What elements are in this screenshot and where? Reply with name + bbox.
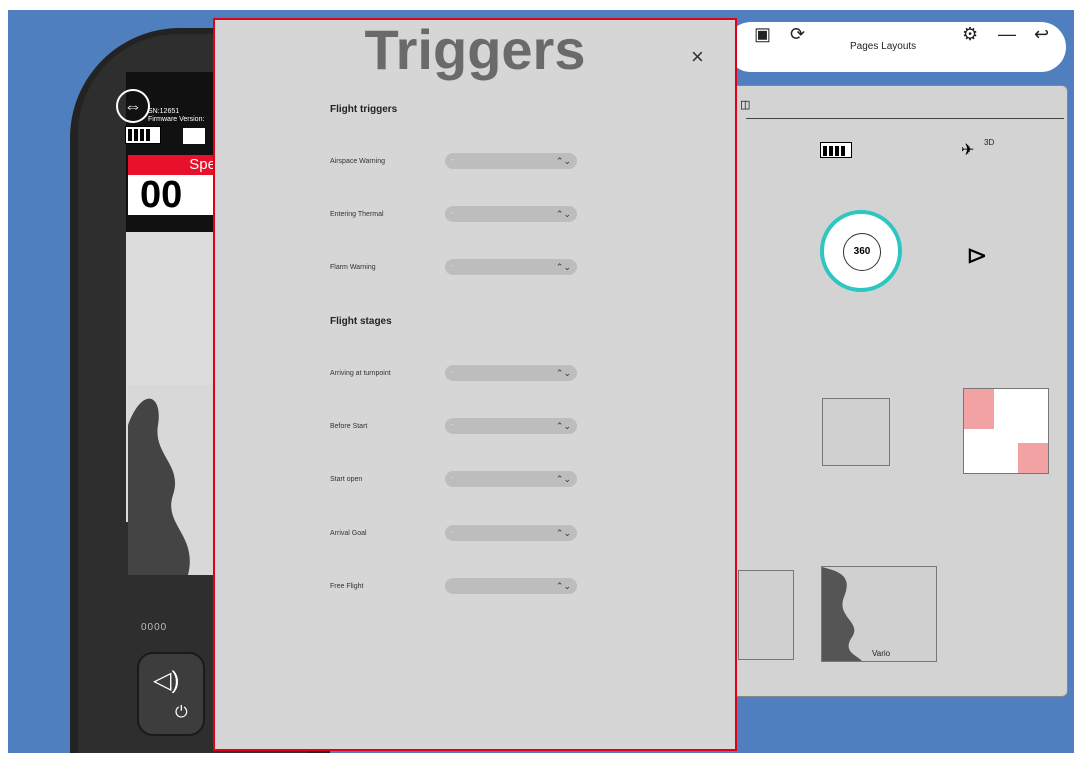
serial-text: SN:12651 bbox=[148, 108, 180, 115]
section-heading: Flight triggers bbox=[330, 104, 398, 115]
back-icon[interactable]: ↩ bbox=[1034, 24, 1049, 45]
chevron-updown-icon: ⌃⌄ bbox=[555, 262, 571, 272]
airspace-shape bbox=[1018, 443, 1048, 473]
serial-number: SN:12651 Firmware Version: bbox=[148, 108, 204, 124]
trigger-label: Start open bbox=[330, 476, 363, 483]
close-icon[interactable]: × bbox=[691, 44, 704, 70]
trigger-label: Flarm Warning bbox=[330, 264, 376, 271]
desktop-background: ⇔ SN:12651 Firmware Version: Spe 00 0000… bbox=[8, 10, 1074, 753]
select-value: - bbox=[451, 475, 454, 482]
compass-value: 360 bbox=[843, 233, 881, 271]
map-thumbnail-small[interactable] bbox=[822, 398, 890, 466]
chevron-updown-icon: ⌃⌄ bbox=[555, 156, 571, 166]
entering-thermal-select[interactable]: - ⌃⌄ bbox=[445, 206, 577, 222]
vario-label: Vario bbox=[872, 649, 891, 658]
rotate-icon[interactable]: ⟳ bbox=[790, 24, 805, 45]
trigger-label: Arriving at turnpoint bbox=[330, 370, 391, 377]
chevron-updown-icon: ⌃⌄ bbox=[555, 368, 571, 378]
arrival-goal-select[interactable]: - ⌃⌄ bbox=[445, 525, 577, 541]
speaker-icon: ◁) bbox=[153, 667, 180, 694]
airspace-warning-select[interactable]: - ⌃⌄ bbox=[445, 153, 577, 169]
graph-thumbnail-left[interactable] bbox=[738, 570, 794, 660]
battery-widget[interactable] bbox=[820, 142, 852, 158]
chevron-updown-icon: ⌃⌄ bbox=[555, 581, 571, 591]
airspace-shape bbox=[964, 389, 994, 429]
free-flight-select[interactable]: ⌃⌄ bbox=[445, 578, 577, 594]
chevron-updown-icon: ⌃⌄ bbox=[555, 209, 571, 219]
power-icon: ⏻ bbox=[175, 704, 188, 721]
speed-value: 00 bbox=[128, 175, 220, 215]
select-value: - bbox=[451, 157, 454, 164]
before-start-select[interactable]: - ⌃⌄ bbox=[445, 418, 577, 434]
dialog-title: Triggers bbox=[364, 18, 586, 81]
trigger-label: Before Start bbox=[330, 423, 368, 430]
chevron-updown-icon: ⌃⌄ bbox=[555, 528, 571, 538]
minimize-icon[interactable]: — bbox=[998, 24, 1016, 45]
speed-label: Spe bbox=[128, 155, 220, 175]
sound-power-button[interactable]: ◁) ⏻ bbox=[137, 652, 205, 736]
wind-widget[interactable]: ⊳ bbox=[966, 240, 988, 271]
select-value: - bbox=[451, 422, 454, 429]
map-thumbnail-task[interactable] bbox=[963, 388, 1049, 474]
triggers-dialog: Triggers × Flight triggers Airspace Warn… bbox=[213, 18, 737, 751]
settings-icon[interactable]: ⚙ bbox=[962, 24, 978, 45]
battery-icon bbox=[125, 126, 161, 144]
trigger-label: Airspace Warning bbox=[330, 158, 385, 165]
speaker-icon bbox=[183, 128, 205, 144]
panel-divider bbox=[746, 118, 1064, 119]
start-open-select[interactable]: - ⌃⌄ bbox=[445, 471, 577, 487]
pages-layouts-label[interactable]: Pages Layouts bbox=[850, 41, 916, 52]
satellite-fix-label: 3D bbox=[984, 138, 995, 147]
select-value: - bbox=[451, 210, 454, 217]
arriving-turnpoint-select[interactable]: - ⌃⌄ bbox=[445, 365, 577, 381]
vario-thumbnail[interactable]: Vario bbox=[821, 566, 937, 662]
trigger-label: Free Flight bbox=[330, 583, 364, 590]
select-value: - bbox=[451, 369, 454, 376]
firmware-text: Firmware Version: bbox=[148, 116, 205, 123]
satellite-widget[interactable]: ✈ bbox=[961, 140, 974, 160]
layout-tab-icon[interactable]: ◫ bbox=[740, 98, 750, 111]
select-value: - bbox=[451, 529, 454, 536]
auto-icon[interactable]: ▣ bbox=[754, 24, 771, 45]
section-heading: Flight stages bbox=[330, 316, 392, 327]
chevron-updown-icon: ⌃⌄ bbox=[555, 474, 571, 484]
chevron-updown-icon: ⌃⌄ bbox=[555, 421, 571, 431]
compass-widget[interactable]: 360 bbox=[820, 210, 902, 292]
select-value: - bbox=[451, 263, 454, 270]
terrain-graph bbox=[128, 385, 223, 575]
vario-graph bbox=[822, 567, 862, 661]
led-indicators: 0000 bbox=[141, 622, 168, 633]
flarm-warning-select[interactable]: - ⌃⌄ bbox=[445, 259, 577, 275]
trigger-label: Entering Thermal bbox=[330, 211, 384, 218]
trigger-label: Arrival Goal bbox=[330, 530, 367, 537]
usb-icon: ⇔ bbox=[116, 89, 150, 123]
